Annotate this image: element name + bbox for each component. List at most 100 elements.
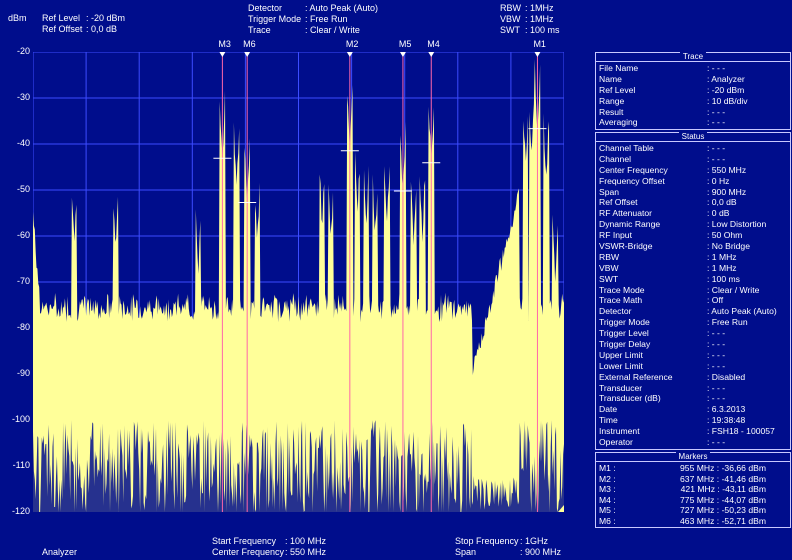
marker-label-m5: M5 [398, 39, 412, 49]
row-key: M2 : [599, 473, 616, 484]
panel-row: Trigger Delay: - - - [596, 339, 790, 350]
row-value: : -20 dBm [707, 84, 745, 95]
vbw-label: VBW [500, 14, 521, 24]
panel-row: VSWR-Bridge: No Bridge [596, 241, 790, 252]
trace-panel-title: Trace [679, 52, 707, 61]
row-key: External Reference [599, 371, 673, 382]
row-value: : 19:38:48 [707, 415, 746, 426]
row-value: : - - - [707, 437, 726, 448]
trace-value: : Clear / Write [305, 25, 360, 35]
row-key: M5 : [599, 505, 616, 515]
row-key: Upper Limit [599, 349, 643, 360]
y-tick-label: -70 [16, 276, 30, 286]
row-value: : Low Distortion [707, 219, 767, 230]
marker-row: M1 : 955 MHz : -36,66 dBm [596, 463, 790, 474]
panel-row: Date : 6.3.2013 [596, 404, 790, 415]
markers-panel-title: Markers [675, 452, 711, 461]
status-panel: Status Channel Table: - - - Channel: - - … [595, 132, 791, 450]
row-value: : 0 Hz [707, 175, 730, 186]
y-tick-label: -40 [16, 138, 30, 148]
row-key: Date [599, 404, 618, 415]
stop-frequency-value: : 1GHz [520, 536, 549, 546]
row-value: : 550 MHz [707, 164, 747, 175]
row-value: : - - - [707, 382, 726, 393]
y-tick-label: -110 [12, 460, 30, 470]
row-value: : - - - [707, 63, 726, 73]
panel-row: Ref Offset: 0,0 dB [596, 197, 790, 208]
panel-row: Operator : - - - [596, 437, 790, 448]
panel-row: Transducer: - - - [596, 383, 790, 394]
panel-row: Channel Table: - - - [596, 143, 790, 154]
row-key: File Name [599, 63, 639, 73]
row-key: Time [599, 415, 618, 426]
row-key: Transducer (dB) [599, 393, 661, 404]
swt-value: : 100 ms [525, 25, 560, 35]
row-key: Operator [599, 437, 633, 448]
marker-row: M5 : 727 MHz : -50,23 dBm [596, 505, 790, 516]
row-value: 421 MHz : -43,11 dBm [680, 484, 766, 494]
detector-value: : Auto Peak (Auto) [305, 3, 379, 13]
marker-label-m4: M4 [427, 39, 440, 49]
y-tick-label: -60 [16, 230, 30, 240]
panel-row: External Reference: Disabled [596, 372, 790, 383]
panel-row: RBW: 1 MHz [596, 252, 790, 263]
y-tick-label: -120 [11, 506, 30, 516]
start-frequency-value: : 100 MHz [285, 536, 327, 546]
panel-row: RF Attenuator: 0 dB [596, 208, 790, 219]
marker-row: M3 : 421 MHz : -43,11 dBm [596, 484, 790, 495]
panel-row: Span : 900 MHz [596, 187, 790, 198]
row-value: : 6.3.2013 [707, 404, 746, 415]
row-key: M4 : [599, 494, 616, 505]
row-value: : - - - [707, 328, 726, 339]
row-key: M6 : [599, 515, 616, 526]
row-key: RF Attenuator [599, 208, 653, 219]
panel-row: Upper Limit : - - - [596, 350, 790, 361]
row-value: : Off [707, 295, 724, 306]
row-key: Trigger Delay [599, 339, 651, 350]
ref-offset-label: Ref Offset [42, 24, 83, 34]
row-key: Result [599, 106, 624, 117]
panel-row: Time : 19:38:48 [596, 415, 790, 426]
row-key: Ref Offset [599, 197, 638, 208]
panel-row: Range: 10 dB/div [596, 96, 790, 107]
row-key: Instrument [599, 426, 640, 437]
row-key: Center Frequency [599, 164, 668, 175]
row-key: Ref Level [599, 84, 636, 95]
y-tick-label: -30 [16, 92, 30, 102]
row-value: : No Bridge [707, 241, 750, 252]
row-key: Trigger Mode [599, 317, 650, 328]
row-value: 775 MHz : -44,07 dBm [680, 494, 766, 505]
marker-label-m3: M3 [218, 39, 231, 49]
rbw-value: : 1MHz [525, 3, 554, 13]
row-value: : 900 MHz [707, 186, 747, 197]
marker-triangle [428, 52, 435, 57]
panel-row: Frequency Offset : 0 Hz [596, 176, 790, 187]
row-key: Channel [599, 153, 632, 164]
markers-panel: Markers M1 : 955 MHz : -36,66 dBm M2 : 637 … [595, 452, 791, 528]
row-key: Averaging [599, 117, 638, 128]
row-key: SWT [599, 273, 619, 284]
row-key: Frequency Offset [599, 175, 665, 186]
panel-row: Trace Math: Off [596, 295, 790, 306]
row-value: 727 MHz : -50,23 dBm [680, 505, 766, 515]
rbw-label: RBW [500, 3, 521, 13]
row-value: : 10 dB/div [707, 95, 748, 106]
trace-panel: Trace File Name: - - - Name: Analyzer Ref … [595, 52, 791, 131]
row-key: Dynamic Range [599, 219, 661, 230]
swt-label: SWT [500, 25, 520, 35]
panel-row: Center Frequency : 550 MHz [596, 165, 790, 176]
row-value: : Free Run [707, 317, 748, 328]
row-value: : - - - [707, 349, 726, 360]
row-value: : - - - [707, 117, 726, 128]
panel-row: Trace Mode: Clear / Write [596, 285, 790, 296]
row-key: VBW [599, 262, 619, 273]
ref-level-label: Ref Level [42, 13, 81, 23]
row-key: Span [599, 186, 620, 197]
row-value: : 1 MHz [707, 262, 737, 273]
spectrum-plot[interactable] [33, 52, 564, 512]
row-key: RBW [599, 251, 620, 262]
y-tick-label: -90 [16, 368, 30, 378]
panel-row: File Name : - - - [596, 63, 790, 74]
row-value: : Auto Peak (Auto) [707, 306, 777, 317]
marker-row: M4 : 775 MHz : -44,07 dBm [596, 495, 790, 506]
